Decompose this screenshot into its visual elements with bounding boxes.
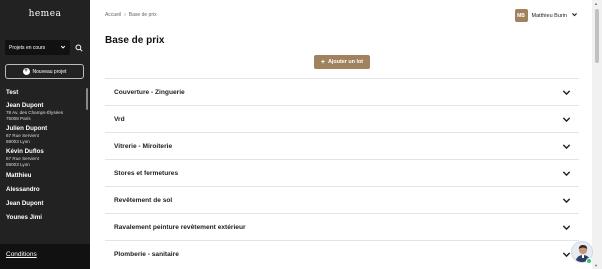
page-scrollbar[interactable]: ▲ ▼ [592,0,602,269]
project-name: Kévin Duflos [6,148,44,155]
chevron-down-icon[interactable] [561,249,571,259]
lot-label: Vrd [114,115,125,123]
project-name: Matthieu [6,172,32,179]
sidebar: hemea Projets en cours + Nouveau projet … [0,0,90,269]
chevron-down-icon [571,11,578,20]
chevron-down-icon[interactable] [561,168,571,178]
project-name: Jean Dupont [6,102,44,109]
project-item[interactable]: Jean Dupont 78 Av. des Champs-Élysées 75… [0,97,90,121]
sidebar-scrollbar[interactable] [86,88,88,110]
lot-label: Revêtement de sol [114,196,173,204]
lot-row[interactable]: Vitrerie - Miroiterie [105,132,579,159]
lot-row[interactable]: Couverture - Zinguerie [105,78,579,105]
conditions-link[interactable]: Conditions [6,251,37,258]
new-project-button[interactable]: + Nouveau projet [5,64,84,79]
project-name: Alessandro [6,186,40,193]
plus-icon: + [320,58,326,66]
lot-row[interactable]: Plomberie - sanitaire [105,240,579,267]
chevron-down-icon[interactable] [561,87,571,97]
project-item[interactable]: Matthieu [0,167,90,180]
lot-label: Ravalement peinture revêtement extérieur [114,223,246,231]
project-item[interactable]: Test [0,86,90,97]
project-filter-select[interactable]: Projets en cours [5,40,70,55]
project-name: Test [6,89,19,96]
scroll-up-icon[interactable]: ▲ [594,1,598,6]
project-item[interactable]: Alessandro [0,180,90,194]
add-lot-button[interactable]: + Ajouter un lot [314,55,370,69]
project-item[interactable]: Julien Dupont 67 Rue Servient 69003 Lyon [0,121,90,144]
lot-row[interactable]: Ravalement peinture revêtement extérieur [105,213,579,240]
scrollbar-thumb[interactable] [595,9,599,63]
chevron-down-icon[interactable] [561,195,571,205]
project-item[interactable]: Kévin Duflos 67 Rue Servient 69003 Lyon [0,144,90,167]
user-name: Matthieu Burin [531,12,567,19]
breadcrumb-separator: › [124,12,126,18]
user-menu[interactable]: MB Matthieu Burin [514,9,578,22]
chevron-down-icon [60,44,66,52]
page-title: Base de prix [105,35,165,46]
project-item[interactable]: Younes Jimi [0,208,90,222]
lot-row[interactable]: Revêtement de sol [105,186,579,213]
lot-row[interactable]: Stores et fermetures [105,159,579,186]
scroll-down-icon[interactable]: ▼ [594,263,598,268]
lot-label: Couverture - Zinguerie [114,88,185,96]
lot-label: Vitrerie - Miroiterie [114,142,173,150]
project-item[interactable]: Jean Dupont [0,194,90,208]
chevron-down-icon[interactable] [561,141,571,151]
search-icon[interactable] [73,42,84,53]
lot-label: Plomberie - sanitaire [114,250,179,258]
add-lot-label: Ajouter un lot [328,59,364,65]
online-status-dot [586,258,592,264]
project-name: Jean Dupont [6,200,44,207]
breadcrumb-current: Base de prix [128,12,157,18]
breadcrumb-home[interactable]: Accueil [105,12,121,18]
app-logo[interactable]: hemea [0,9,90,19]
new-project-label: Nouveau projet [32,68,67,75]
plus-icon: + [22,68,30,75]
chevron-down-icon[interactable] [561,114,571,124]
main-content: Accueil › Base de prix MB Matthieu Burin… [90,0,592,269]
avatar: MB [514,9,528,22]
lot-label: Stores et fermetures [114,169,179,177]
lot-list: Couverture - Zinguerie Vrd Vitrerie - Mi… [105,78,579,267]
project-list: Test Jean Dupont 78 Av. des Champs-Élysé… [0,86,90,242]
project-name: Julien Dupont [6,125,48,132]
project-name: Younes Jimi [6,214,42,221]
breadcrumb: Accueil › Base de prix [105,12,157,18]
chevron-down-icon[interactable] [561,222,571,232]
project-filter-value: Projets en cours [9,44,46,51]
lot-row[interactable]: Vrd [105,105,579,132]
